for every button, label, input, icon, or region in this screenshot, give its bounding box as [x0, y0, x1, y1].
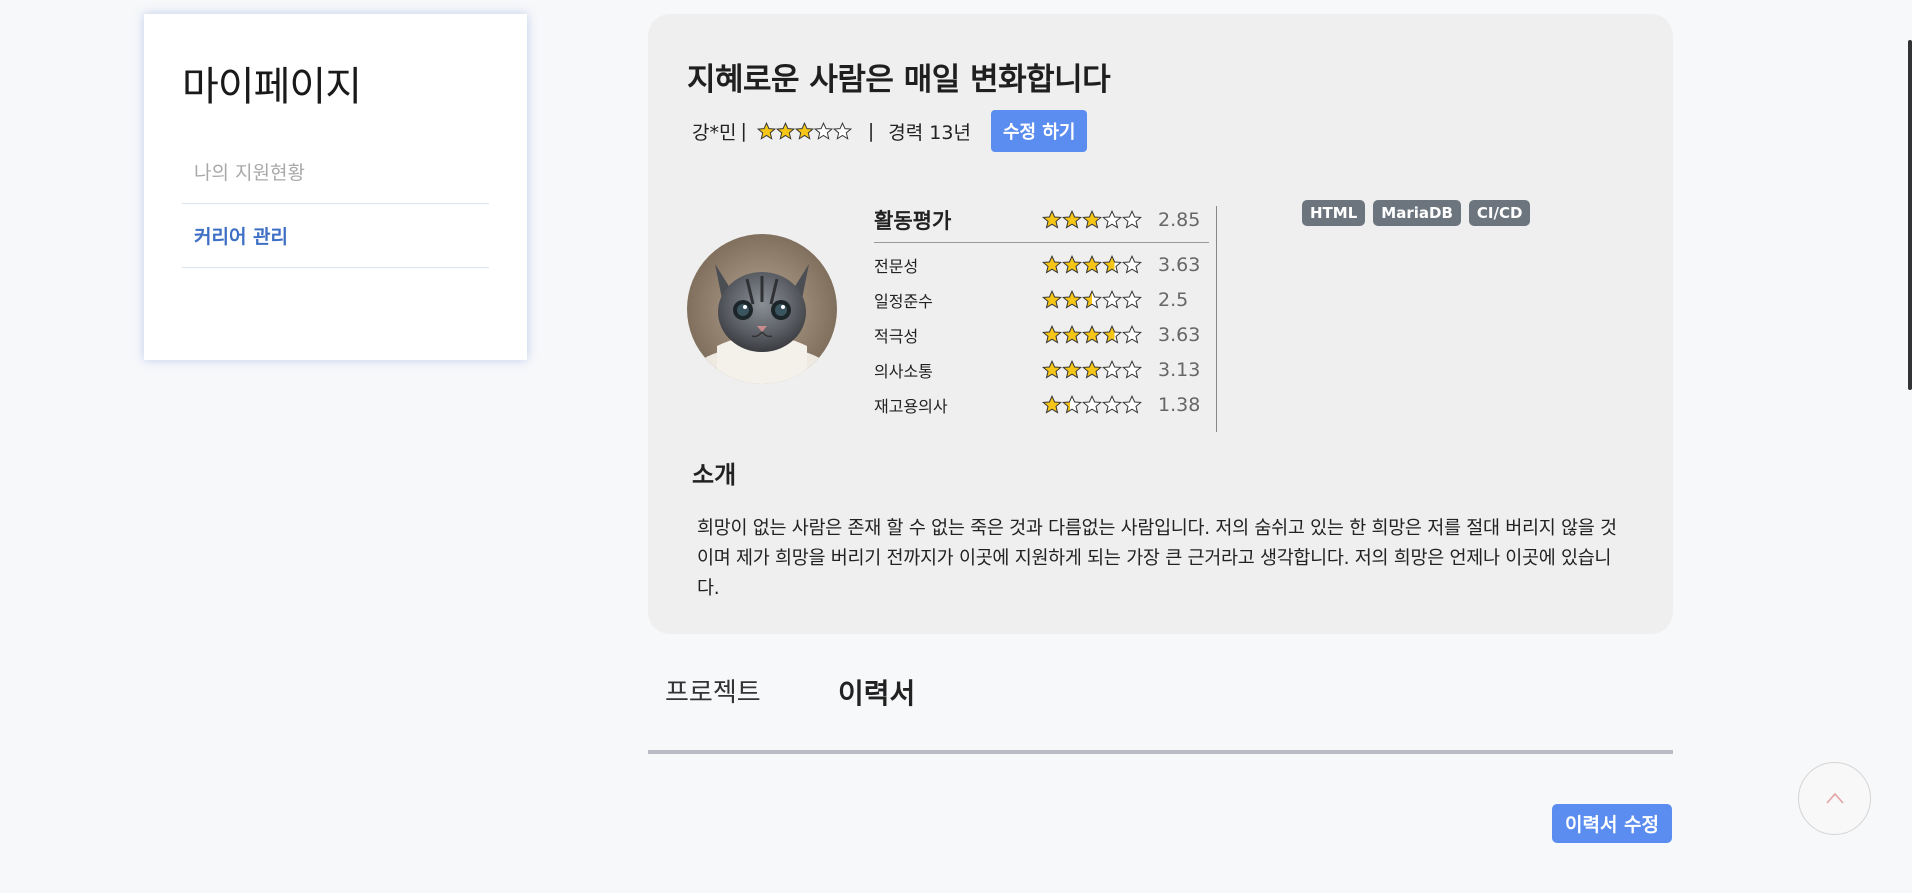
- rating-stars: [1042, 209, 1142, 230]
- intro-text: 희망이 없는 사람은 존재 할 수 없는 죽은 것과 다름없는 사람입니다. 저…: [697, 518, 1617, 599]
- star-icon: [1042, 394, 1062, 414]
- star-icon: [794, 121, 814, 140]
- star-icon: [1062, 394, 1082, 414]
- rating-value: 1.38: [1158, 393, 1201, 416]
- star-icon: [1042, 289, 1062, 309]
- chevron-up-icon: [1826, 792, 1844, 804]
- star-icon: [1082, 324, 1102, 344]
- rating-row: 의사소통 3.13: [874, 352, 1209, 387]
- tab-projects[interactable]: 프로젝트: [665, 672, 761, 709]
- rating-stars: [1042, 324, 1142, 345]
- profile-card: 지혜로운 사람은 매일 변화합니다 강*민 | | 경력 13년 수정 하기 활…: [648, 14, 1673, 634]
- profile-headline: 지혜로운 사람은 매일 변화합니다: [687, 62, 1111, 98]
- star-icon: [1042, 254, 1062, 274]
- star-icon: [1102, 324, 1122, 344]
- star-icon: [1062, 324, 1082, 344]
- star-icon: [1082, 359, 1102, 379]
- star-icon: [1122, 359, 1142, 379]
- intro-title: 소개: [692, 461, 737, 489]
- sidebar-item-application-status[interactable]: 나의 지원현황: [182, 140, 489, 204]
- scroll-top-button[interactable]: [1798, 762, 1871, 835]
- star-icon: [1102, 209, 1122, 229]
- avatar: [687, 234, 837, 384]
- star-icon: [1082, 289, 1102, 309]
- star-icon: [1122, 394, 1142, 414]
- star-icon: [1062, 359, 1082, 379]
- kitten-photo-icon: [687, 234, 837, 384]
- star-icon: [1122, 209, 1142, 229]
- star-icon: [1042, 324, 1062, 344]
- rating-label: 적극성: [874, 326, 919, 346]
- rating-stars: [1042, 394, 1142, 415]
- skill-tag: MariaDB: [1373, 200, 1461, 226]
- skill-tag: CI/CD: [1468, 200, 1531, 226]
- rating-value: 2.85: [1158, 208, 1201, 231]
- star-icon: [1042, 209, 1062, 229]
- star-icon: [813, 121, 833, 140]
- star-icon: [832, 121, 852, 140]
- star-icon: [1062, 289, 1082, 309]
- scrollbar[interactable]: [1908, 40, 1912, 390]
- star-icon: [1082, 209, 1102, 229]
- star-icon: [1102, 289, 1122, 309]
- rating-value: 3.13: [1158, 358, 1201, 381]
- skill-tags: HTML MariaDB CI/CD: [1302, 200, 1531, 226]
- sidebar-title: 마이페이지: [182, 64, 362, 110]
- edit-resume-button[interactable]: 이력서 수정: [1552, 804, 1673, 843]
- rating-stars: [1042, 289, 1142, 310]
- rating-label: 전문성: [874, 256, 919, 276]
- star-icon: [1062, 254, 1082, 274]
- ratings-panel: 활동평가 2.85 전문성 3.63 일정준수 2.5 적극성 3.63 의사소…: [874, 197, 1209, 422]
- rating-label: 일정준수: [874, 291, 933, 311]
- rating-row: 재고용의사 1.38: [874, 387, 1209, 422]
- star-icon: [1122, 289, 1142, 309]
- tab-resume[interactable]: 이력서: [838, 672, 915, 712]
- star-icon: [1102, 394, 1122, 414]
- rating-stars: [1042, 359, 1142, 380]
- rating-value: 3.63: [1158, 323, 1201, 346]
- star-icon: [756, 121, 776, 140]
- profile-name: 강*민: [692, 121, 737, 144]
- name-separator: |: [740, 120, 747, 142]
- star-icon: [1042, 359, 1062, 379]
- rating-label: 활동평가: [874, 208, 952, 233]
- star-icon: [1062, 209, 1082, 229]
- rating-row: 일정준수 2.5: [874, 282, 1209, 317]
- rating-label: 의사소통: [874, 361, 933, 381]
- star-icon: [1122, 324, 1142, 344]
- sidebar-item-career-management[interactable]: 커리어 관리: [182, 204, 489, 268]
- rating-stars: [1042, 254, 1142, 275]
- experience-separator: |: [867, 120, 875, 142]
- star-icon: [775, 121, 795, 140]
- experience-years: 경력 13년: [888, 121, 971, 144]
- rating-row: 적극성 3.63: [874, 317, 1209, 352]
- star-icon: [1082, 254, 1102, 274]
- skill-tag: HTML: [1302, 200, 1366, 226]
- star-icon: [1102, 254, 1122, 274]
- star-icon: [1102, 359, 1122, 379]
- rating-value: 3.63: [1158, 253, 1201, 276]
- star-icon: [1122, 254, 1142, 274]
- sidebar: 마이페이지 나의 지원현황 커리어 관리: [144, 14, 527, 360]
- overall-stars: [756, 121, 852, 141]
- ratings-divider: [1216, 206, 1217, 432]
- content-tabs: 프로젝트 이력서: [648, 660, 1673, 754]
- star-icon: [1082, 394, 1102, 414]
- rating-label: 재고용의사: [874, 396, 948, 416]
- rating-row-overall: 활동평가 2.85: [874, 197, 1209, 243]
- profile-meta: 강*민 | | 경력 13년 수정 하기: [692, 110, 1088, 152]
- edit-profile-button[interactable]: 수정 하기: [990, 110, 1088, 152]
- rating-value: 2.5: [1158, 288, 1189, 311]
- rating-row: 전문성 3.63: [874, 247, 1209, 282]
